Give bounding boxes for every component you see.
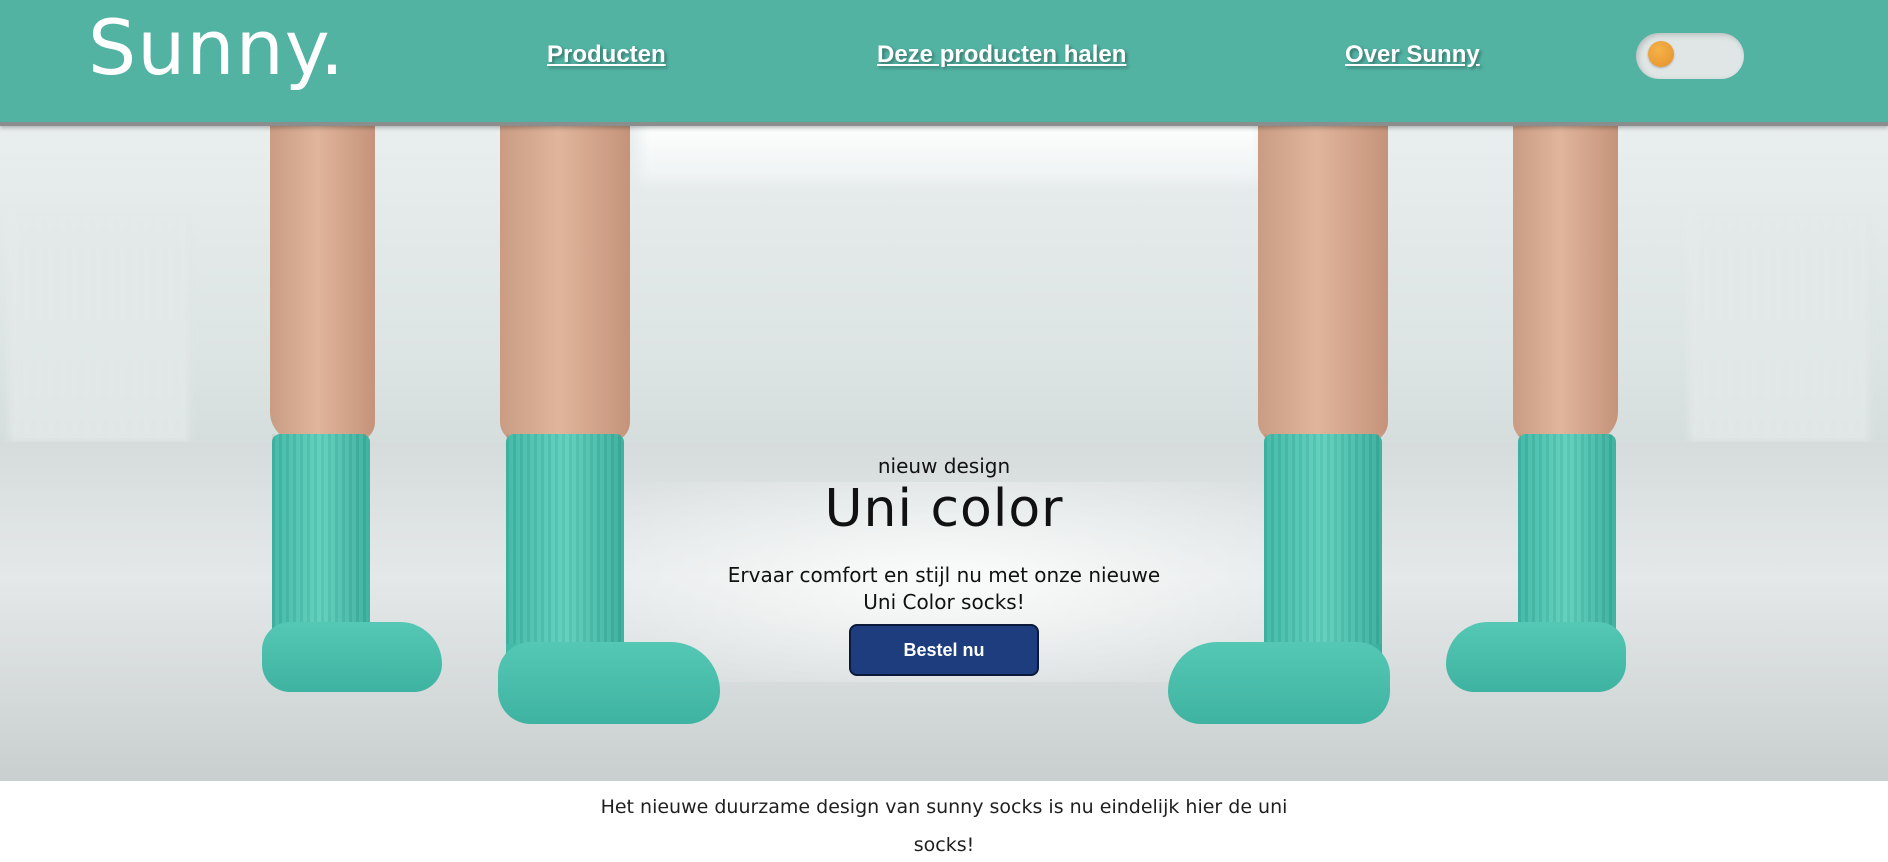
page: Sunny. Producten Deze producten halen Ov… [0, 0, 1888, 862]
hero-banner: nieuw design Uni color Ervaar comfort en… [0, 122, 1888, 781]
hero-content: nieuw design Uni color Ervaar comfort en… [644, 452, 1244, 676]
intro-text: Het nieuwe duurzame design van sunny soc… [600, 796, 1288, 856]
hero-description: Ervaar comfort en stijl nu met onze nieu… [727, 563, 1161, 614]
hero-eyebrow: nieuw design [877, 454, 1011, 478]
toggle-knob-sun-icon [1648, 41, 1674, 67]
order-now-button[interactable]: Bestel nu [849, 624, 1039, 676]
hero-background-window [640, 122, 1260, 182]
nav-link-deze-producten-halen[interactable]: Deze producten halen [877, 40, 1126, 70]
site-header: Sunny. Producten Deze producten halen Ov… [0, 0, 1888, 126]
site-logo[interactable]: Sunny. [88, 0, 345, 96]
hero-background-radiator-left [10, 212, 190, 442]
nav-link-over-sunny[interactable]: Over Sunny [1345, 40, 1480, 70]
nav-link-producten[interactable]: Producten [547, 40, 666, 70]
hero-background-radiator-right [1690, 212, 1870, 442]
hero-title: Uni color [824, 479, 1064, 539]
theme-toggle[interactable] [1636, 33, 1744, 79]
